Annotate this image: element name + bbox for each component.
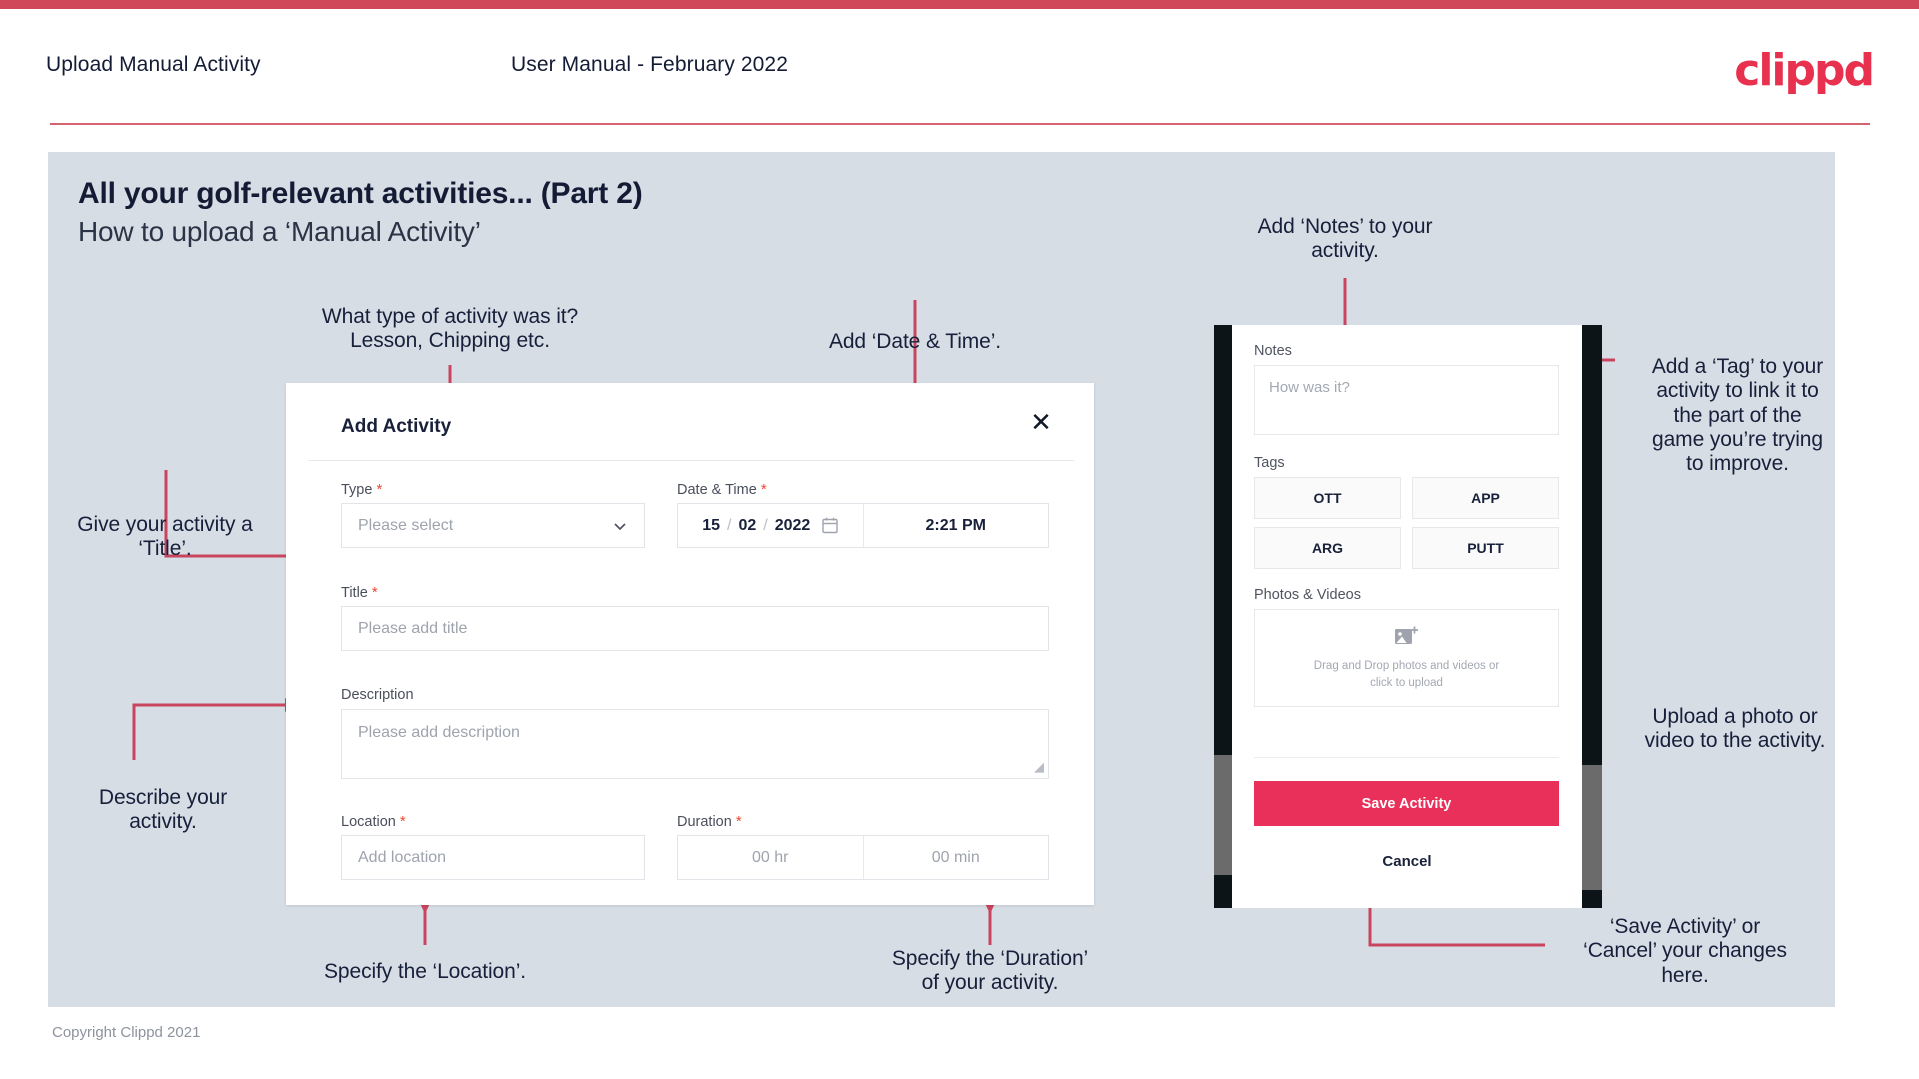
tag-putt[interactable]: PUTT	[1412, 527, 1559, 569]
tag-arg-label: ARG	[1311, 540, 1344, 556]
duration-hours-input[interactable]: 00 hr	[678, 836, 864, 879]
photo-dropzone[interactable]: Drag and Drop photos and videos or click…	[1254, 609, 1559, 707]
type-label-text: Type	[341, 482, 373, 498]
date-sep-1: /	[727, 516, 732, 534]
add-activity-dialog: Add Activity ✕ Type * Please select Date…	[286, 383, 1094, 905]
resize-handle-icon[interactable]: ◢	[1034, 759, 1044, 775]
time-input[interactable]: 2:21 PM	[864, 504, 1049, 547]
date-day: 15	[702, 516, 720, 534]
duration-required-mark: *	[735, 813, 742, 830]
tag-ott[interactable]: OTT	[1254, 477, 1401, 519]
datetime-group: 15 / 02 / 2022 2:21 PM	[677, 503, 1049, 548]
annotation-location: Specify the ‘Location’.	[324, 960, 526, 983]
description-label-text: Description	[341, 687, 414, 703]
chevron-down-icon	[614, 522, 626, 530]
slide-heading: All your golf-relevant activities... (Pa…	[78, 177, 643, 210]
tag-app[interactable]: APP	[1412, 477, 1559, 519]
phone-side-button-right[interactable]	[1582, 765, 1602, 890]
title-input[interactable]: Please add title	[341, 606, 1049, 651]
title-placeholder: Please add title	[358, 619, 468, 637]
annotation-type: What type of activity was it? Lesson, Ch…	[321, 305, 579, 353]
annotation-title: Give your activity a ‘Title’.	[77, 513, 253, 561]
title-required-mark: *	[371, 584, 378, 601]
annotation-tags: Add a ‘Tag’ to your activity to link it …	[1651, 355, 1824, 476]
header-divider	[50, 123, 1870, 125]
duration-group: 00 hr 00 min	[677, 835, 1049, 880]
type-label: Type *	[341, 481, 382, 498]
location-label-text: Location	[341, 814, 396, 830]
dialog-title: Add Activity	[341, 416, 452, 437]
duration-label: Duration *	[677, 813, 742, 830]
time-value: 2:21 PM	[925, 516, 986, 534]
date-month: 02	[738, 516, 757, 534]
save-activity-label: Save Activity	[1361, 795, 1452, 812]
phone-side-button-left[interactable]	[1214, 755, 1232, 875]
date-input[interactable]: 15 / 02 / 2022	[678, 504, 864, 547]
close-icon[interactable]: ✕	[1026, 407, 1056, 437]
phone-mockup: Notes How was it? Tags OTT APP ARG PUTT …	[1214, 325, 1602, 908]
clippd-logo: clippd	[1734, 45, 1875, 96]
header-subtitle: User Manual - February 2022	[511, 53, 788, 76]
dropzone-text: Drag and Drop photos and videos or click…	[1313, 659, 1500, 689]
type-select[interactable]: Please select	[341, 503, 645, 548]
tag-ott-label: OTT	[1313, 490, 1342, 506]
dialog-header-divider	[308, 460, 1074, 461]
save-activity-button[interactable]: Save Activity	[1254, 781, 1559, 826]
title-label: Title *	[341, 584, 378, 601]
slide-subheading: How to upload a ‘Manual Activity’	[78, 216, 481, 247]
footer-copyright: Copyright Clippd 2021	[52, 1024, 201, 1041]
type-required-mark: *	[376, 481, 383, 498]
date-year: 2022	[774, 516, 811, 534]
type-placeholder: Please select	[358, 516, 454, 534]
add-image-icon	[1394, 626, 1418, 644]
location-input[interactable]: Add location	[341, 835, 645, 880]
cancel-button[interactable]: Cancel	[1232, 853, 1582, 870]
location-label: Location *	[341, 813, 406, 830]
notes-textarea[interactable]: How was it?	[1254, 365, 1559, 435]
tags-label: Tags	[1254, 455, 1285, 471]
datetime-label: Date & Time *	[677, 481, 767, 498]
date-sep-2: /	[763, 516, 768, 534]
duration-minutes-input[interactable]: 00 min	[864, 836, 1049, 879]
annotation-datetime: Add ‘Date & Time’.	[828, 330, 1002, 353]
tag-app-label: APP	[1471, 490, 1500, 506]
annotation-photos: Upload a photo or video to the activity.	[1644, 705, 1826, 753]
annotation-duration: Specify the ‘Duration’ of your activity.	[891, 947, 1089, 995]
location-placeholder: Add location	[358, 848, 447, 866]
notes-placeholder: How was it?	[1269, 379, 1350, 396]
notes-label: Notes	[1254, 343, 1292, 359]
title-label-text: Title	[341, 585, 368, 601]
duration-hours-value: 00 hr	[752, 848, 789, 866]
location-required-mark: *	[399, 813, 406, 830]
datetime-required-mark: *	[760, 481, 767, 498]
description-placeholder: Please add description	[358, 724, 520, 741]
brand-top-bar	[0, 0, 1919, 9]
phone-divider	[1254, 757, 1559, 758]
page-header: Upload Manual Activity User Manual - Feb…	[0, 9, 1919, 122]
duration-minutes-value: 00 min	[931, 848, 980, 866]
duration-label-text: Duration	[677, 814, 732, 830]
description-textarea[interactable]: Please add description ◢	[341, 709, 1049, 779]
header-title: Upload Manual Activity	[46, 53, 261, 76]
annotation-save: ‘Save Activity’ or ‘Cancel’ your changes…	[1583, 915, 1787, 987]
tag-arg[interactable]: ARG	[1254, 527, 1401, 569]
cancel-label: Cancel	[1382, 853, 1432, 870]
description-label: Description	[341, 687, 414, 703]
phone-screen: Notes How was it? Tags OTT APP ARG PUTT …	[1232, 325, 1582, 908]
tag-putt-label: PUTT	[1467, 540, 1504, 556]
annotation-description: Describe your activity.	[98, 786, 228, 834]
calendar-icon[interactable]	[822, 517, 838, 534]
annotation-notes: Add ‘Notes’ to your activity.	[1257, 215, 1433, 263]
datetime-label-text: Date & Time	[677, 482, 757, 498]
photos-label: Photos & Videos	[1254, 587, 1361, 603]
